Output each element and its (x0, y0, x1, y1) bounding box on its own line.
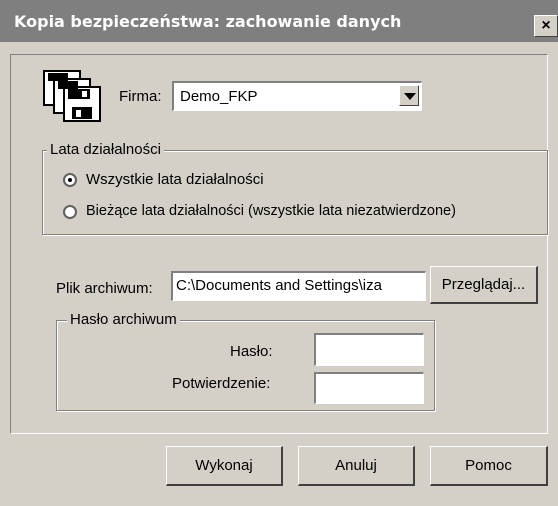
firm-label: Firma: (119, 88, 162, 105)
firm-select-value: Demo_FKP (180, 88, 258, 105)
confirm-password-label: Potwierdzenie: (172, 375, 271, 392)
password-input[interactable] (314, 333, 424, 366)
floppy-disks-icon (43, 70, 101, 122)
dialog-title: Kopia bezpieczeństwa: zachowanie danych (14, 12, 402, 31)
radio-current-years[interactable] (63, 205, 77, 219)
title-bar: Kopia bezpieczeństwa: zachowanie danych … (0, 0, 558, 42)
radio-current-years-label[interactable]: Bieżące lata działalności (wszystkie lat… (86, 203, 456, 219)
cancel-button[interactable]: Anuluj (298, 446, 415, 486)
confirm-password-input[interactable] (314, 372, 424, 404)
help-button[interactable]: Pomoc (430, 446, 548, 486)
archive-file-value: C:\Documents and Settings\iza (176, 277, 382, 294)
archive-file-input[interactable]: C:\Documents and Settings\iza (171, 271, 426, 301)
years-group-legend: Lata działalności (47, 141, 164, 158)
password-group-legend: Hasło archiwum (67, 311, 180, 328)
browse-button[interactable]: Przeglądaj... (430, 266, 538, 304)
radio-all-years[interactable] (63, 173, 77, 187)
years-group: Lata działalności (42, 141, 548, 235)
execute-button[interactable]: Wykonaj (166, 446, 283, 486)
close-button[interactable]: × (534, 15, 558, 37)
chevron-down-icon[interactable] (399, 85, 419, 106)
close-icon: × (541, 17, 551, 34)
firm-select[interactable]: Demo_FKP (172, 81, 422, 111)
password-label: Hasło: (230, 343, 273, 360)
radio-all-years-label[interactable]: Wszystkie lata działalności (86, 171, 264, 188)
archive-file-label: Plik archiwum: (56, 280, 153, 297)
backup-dialog: Kopia bezpieczeństwa: zachowanie danych … (0, 0, 558, 506)
